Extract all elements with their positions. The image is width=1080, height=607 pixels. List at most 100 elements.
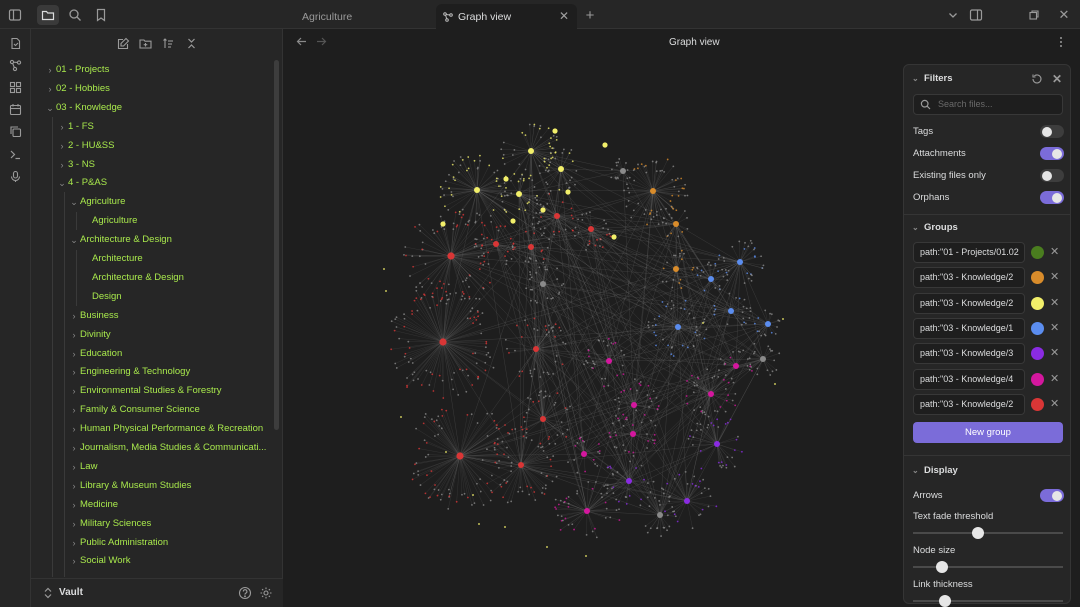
graph-node[interactable] bbox=[403, 317, 406, 320]
graph-node[interactable] bbox=[448, 495, 451, 498]
graph-node[interactable] bbox=[476, 482, 478, 485]
graph-node[interactable] bbox=[717, 375, 720, 378]
graph-node[interactable] bbox=[433, 435, 436, 437]
new-note-icon[interactable] bbox=[115, 35, 131, 51]
graph-node[interactable] bbox=[528, 201, 530, 204]
graph-node[interactable] bbox=[652, 439, 654, 442]
graph-node[interactable] bbox=[487, 263, 490, 265]
graph-node[interactable] bbox=[533, 226, 536, 229]
graph-node[interactable] bbox=[496, 453, 499, 456]
graph-node[interactable] bbox=[693, 409, 696, 412]
tree-item[interactable]: › 3 - NS bbox=[61, 156, 95, 174]
graph-hub-node[interactable] bbox=[630, 431, 636, 437]
graph-node[interactable] bbox=[558, 326, 561, 329]
graph-node[interactable] bbox=[625, 496, 628, 499]
sidebar-scrollbar[interactable] bbox=[274, 60, 279, 430]
graph-node[interactable] bbox=[568, 152, 571, 155]
graph-node[interactable] bbox=[559, 499, 562, 502]
graph-node[interactable] bbox=[556, 514, 559, 517]
graph-node[interactable] bbox=[557, 503, 560, 506]
graph-node[interactable] bbox=[390, 348, 393, 351]
slider-track[interactable] bbox=[913, 527, 1063, 539]
graph-node[interactable] bbox=[435, 419, 438, 422]
graph-node[interactable] bbox=[426, 474, 428, 477]
graph-node[interactable] bbox=[551, 330, 554, 332]
graph-node[interactable] bbox=[513, 149, 516, 151]
graph-node[interactable] bbox=[727, 394, 730, 397]
graph-node[interactable] bbox=[501, 200, 504, 203]
graph-node[interactable] bbox=[560, 284, 563, 287]
graph-node[interactable] bbox=[542, 261, 545, 264]
graph-node[interactable] bbox=[393, 329, 396, 332]
graph-node[interactable] bbox=[403, 253, 405, 256]
graph-node[interactable] bbox=[557, 293, 560, 295]
graph-node[interactable] bbox=[485, 340, 488, 343]
graph-node[interactable] bbox=[536, 199, 538, 201]
graph-node[interactable] bbox=[383, 268, 385, 270]
graph-node[interactable] bbox=[407, 361, 410, 363]
graph-node[interactable] bbox=[478, 523, 480, 525]
graph-node[interactable] bbox=[698, 514, 700, 517]
graph-node[interactable] bbox=[598, 443, 600, 445]
graph-node[interactable] bbox=[466, 224, 469, 226]
graph-icon[interactable] bbox=[8, 58, 23, 73]
graph-node[interactable] bbox=[461, 291, 464, 293]
graph-node[interactable] bbox=[481, 244, 484, 247]
graph-node[interactable] bbox=[684, 470, 687, 473]
graph-node[interactable] bbox=[468, 295, 471, 298]
graph-node[interactable] bbox=[447, 209, 450, 211]
graph-node[interactable] bbox=[541, 492, 543, 494]
graph-node[interactable] bbox=[637, 202, 640, 205]
graph-node[interactable] bbox=[672, 304, 675, 307]
graph-node[interactable] bbox=[622, 444, 625, 447]
graph-node[interactable] bbox=[597, 339, 600, 342]
graph-node[interactable] bbox=[631, 424, 634, 426]
graph-node[interactable] bbox=[652, 215, 655, 218]
graph-hub-node[interactable] bbox=[606, 358, 612, 364]
graph-node[interactable] bbox=[479, 159, 481, 162]
graph-node[interactable] bbox=[726, 273, 729, 276]
graph-node[interactable] bbox=[606, 487, 609, 490]
graph-hub-node[interactable] bbox=[516, 191, 522, 197]
graph-node[interactable] bbox=[756, 367, 759, 370]
graph-node[interactable] bbox=[562, 148, 565, 151]
graph-node[interactable] bbox=[640, 421, 643, 424]
graph-node[interactable] bbox=[549, 190, 552, 192]
graph-node[interactable] bbox=[411, 362, 414, 364]
graph-node[interactable] bbox=[703, 411, 706, 414]
remove-group-icon[interactable]: ✕ bbox=[1050, 372, 1059, 385]
remove-group-icon[interactable]: ✕ bbox=[1050, 296, 1059, 309]
search-files-field[interactable]: Search files... bbox=[913, 94, 1063, 115]
graph-node[interactable] bbox=[657, 223, 660, 226]
graph-node[interactable] bbox=[589, 211, 591, 214]
graph-node[interactable] bbox=[633, 179, 636, 182]
graph-node[interactable] bbox=[588, 242, 591, 245]
graph-hub-node[interactable] bbox=[673, 266, 679, 272]
graph-node[interactable] bbox=[740, 323, 743, 326]
graph-node[interactable] bbox=[574, 235, 576, 237]
graph-node[interactable] bbox=[725, 466, 728, 469]
slider-thumb[interactable] bbox=[935, 561, 948, 573]
graph-node[interactable] bbox=[731, 456, 734, 459]
graph-node[interactable] bbox=[490, 474, 493, 477]
graph-node[interactable] bbox=[496, 437, 499, 440]
graph-node[interactable] bbox=[571, 217, 574, 220]
remove-group-icon[interactable]: ✕ bbox=[1050, 397, 1059, 410]
close-tab-icon[interactable]: ✕ bbox=[559, 9, 569, 23]
graph-node[interactable] bbox=[588, 240, 591, 242]
graph-node[interactable] bbox=[413, 371, 416, 374]
graph-node[interactable] bbox=[553, 233, 556, 236]
sort-icon[interactable] bbox=[160, 35, 176, 51]
graph-node[interactable] bbox=[726, 323, 729, 326]
graph-node[interactable] bbox=[751, 369, 753, 372]
graph-node[interactable] bbox=[671, 178, 674, 181]
graph-node[interactable] bbox=[578, 437, 581, 440]
graph-hub-node[interactable] bbox=[708, 276, 714, 282]
graph-node[interactable] bbox=[521, 174, 524, 176]
graph-node[interactable] bbox=[576, 490, 579, 492]
graph-node[interactable] bbox=[524, 209, 527, 212]
graph-node[interactable] bbox=[538, 164, 541, 167]
graph-node[interactable] bbox=[696, 384, 698, 387]
graph-node[interactable] bbox=[548, 142, 551, 145]
graph-node[interactable] bbox=[428, 384, 431, 386]
